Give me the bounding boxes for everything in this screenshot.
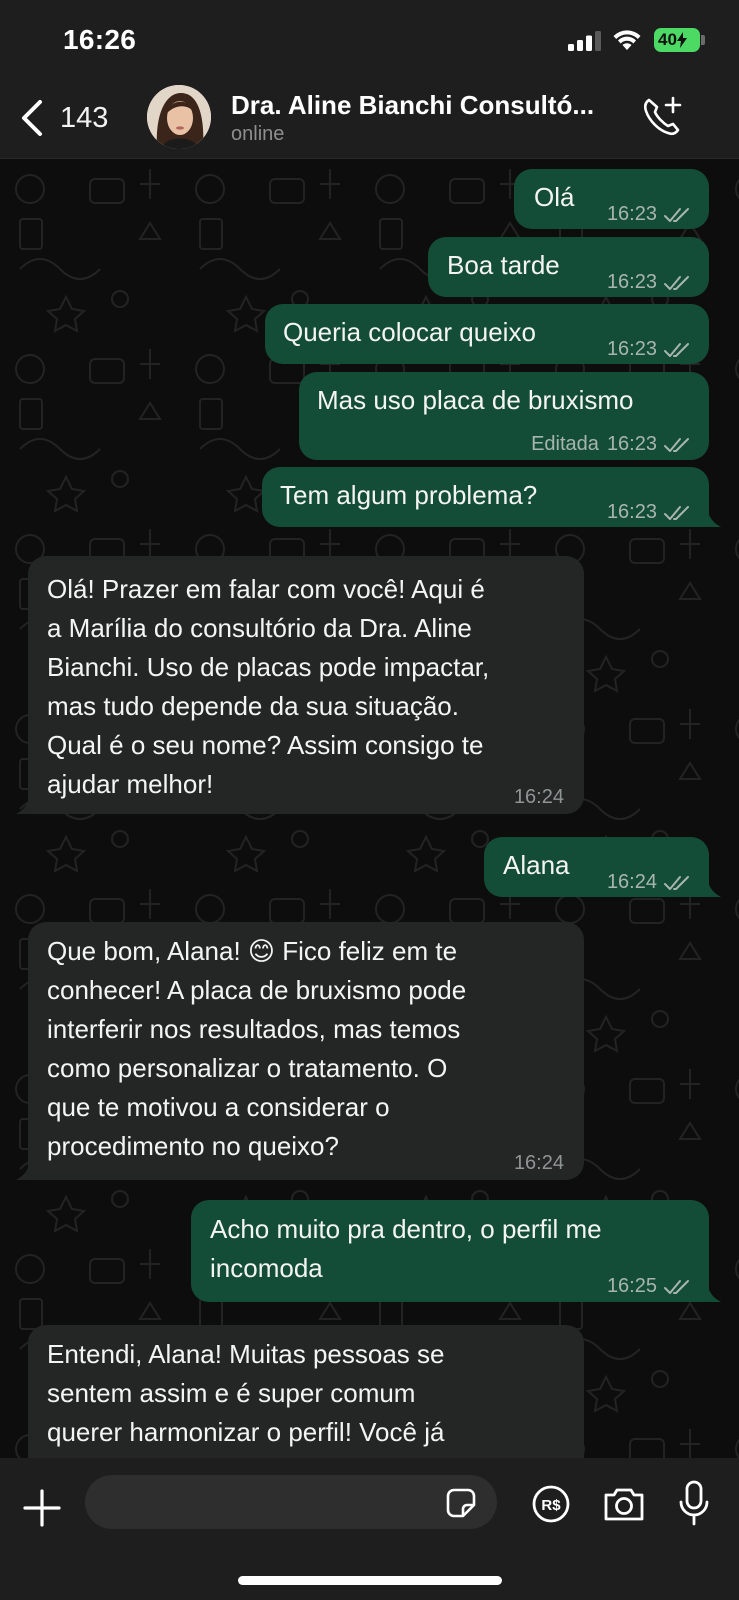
home-indicator[interactable] [238,1576,502,1585]
message-line: querer harmonizar o perfil! Você já [47,1417,445,1447]
message-line: interferir nos resultados, mas temos [47,1014,461,1044]
contact-status: online [231,123,285,145]
message-line: conhecer! A placa de bruxismo pode [47,975,467,1005]
bubble-tail [707,879,721,897]
message-line: incomoda [210,1253,323,1283]
message-outgoing[interactable]: Olá 16:23 [514,169,709,229]
message-line: a Marília do consultório da Dra. Aline [47,613,472,643]
message-time: 16:24 [606,871,657,893]
message-meta: 16:24 [607,863,693,902]
read-receipt-icon [664,1279,689,1294]
add-call-icon[interactable] [640,94,686,140]
edited-label: Editada [531,433,599,455]
message-line: Que bom, Alana! 😊 Fico feliz em te [47,936,458,966]
message-line: Entendi, Alana! Muitas pessoas se [47,1339,445,1369]
message-line: procedimento no queixo? [47,1131,339,1161]
message-meta: 16:23 [607,330,693,369]
charging-bolt-icon [676,32,687,48]
composer-bar: R$ [0,1458,739,1600]
message-text: Tem algum problema? [280,480,538,510]
camera-icon[interactable] [602,1485,646,1523]
message-line: que te motivou a considerar o [47,1092,390,1122]
message-outgoing[interactable]: Alana 16:24 [484,837,709,897]
message-text: Mas uso placa de bruxismo [317,385,634,415]
message-time: 16:24 [513,786,564,808]
plus-icon[interactable] [22,1488,62,1528]
message-incoming[interactable]: Entendi, Alana! Muitas pessoas se sentem… [28,1325,584,1458]
svg-text:R$: R$ [541,1497,561,1514]
battery-level: 40 [658,30,677,49]
sticker-icon[interactable] [445,1487,477,1519]
chat-area[interactable]: Olá 16:23 Boa tarde 16:23 Queria colocar… [0,159,739,1458]
battery-indicator: 40 [654,28,700,52]
message-input[interactable] [85,1475,497,1529]
message-meta: 16:25 [607,1267,693,1306]
message-text: Alana [503,850,570,880]
message-meta: 16:24 [514,1144,564,1183]
read-receipt-icon [664,342,689,357]
status-bar: 16:26 40 [0,0,739,80]
back-chevron-icon [22,100,42,136]
back-button[interactable]: 143 [18,96,108,140]
read-receipt-icon [664,275,689,290]
microphone-icon[interactable] [677,1480,711,1528]
cellular-signal-icon [568,31,601,51]
message-time: 16:23 [606,271,657,293]
message-incoming[interactable]: Que bom, Alana! 😊 Fico feliz em te conhe… [28,922,584,1180]
bubble-tail [16,1162,30,1180]
message-meta: Editada 16:23 [531,425,693,464]
avatar-photo [147,85,211,149]
message-text: Queria colocar queixo [283,317,536,347]
message-outgoing[interactable]: Acho muito pra dentro, o perfil me incom… [191,1200,709,1302]
message-time: 16:24 [513,1152,564,1174]
chat-header: 143 Dra. Aline Bianchi Consultó... onlin… [0,80,739,159]
status-time: 16:26 [63,24,137,55]
read-receipt-icon [664,437,689,452]
read-receipt-icon [664,875,689,890]
wifi-icon [613,30,641,50]
message-time: 16:25 [606,1275,657,1297]
message-outgoing[interactable]: Tem algum problema? 16:23 [262,467,709,527]
message-text: Olá [534,182,575,212]
message-time: 16:23 [606,338,657,360]
message-line: Olá! Prazer em falar com você! Aqui é [47,574,485,604]
bubble-tail [707,1284,721,1302]
read-receipt-icon [664,207,689,222]
message-meta: 16:23 [607,493,693,532]
message-outgoing[interactable]: Queria colocar queixo 16:23 [265,304,709,364]
message-time: 16:23 [606,433,657,455]
message-line: Acho muito pra dentro, o perfil me [210,1214,602,1244]
message-meta: 16:24 [514,778,564,817]
contact-avatar[interactable] [147,85,211,149]
battery-tip [701,35,705,45]
contact-name[interactable]: Dra. Aline Bianchi Consultó... [231,90,626,121]
bubble-tail [16,796,30,814]
message-text: Boa tarde [447,250,560,280]
message-line: Qual é o seu nome? Assim consigo te [47,730,484,760]
bubble-tail [707,509,721,527]
message-line: mas tudo depende da sua situação. [47,691,459,721]
message-outgoing[interactable]: Boa tarde 16:23 [428,237,709,297]
message-time: 16:23 [606,203,657,225]
message-meta: 16:23 [607,195,693,234]
message-line: Bianchi. Uso de placas pode impactar, [47,652,490,682]
message-time: 16:23 [606,501,657,523]
read-receipt-icon [664,505,689,520]
message-outgoing[interactable]: Mas uso placa de bruxismo Editada 16:23 [299,372,709,460]
message-incoming[interactable]: Olá! Prazer em falar com você! Aqui é a … [28,556,584,814]
message-line: ajudar melhor! [47,769,214,799]
message-line: como personalizar o tratamento. O [47,1053,448,1083]
pix-payment-icon[interactable]: R$ [531,1484,571,1524]
message-meta: 16:23 [607,263,693,302]
unread-count: 143 [60,101,109,134]
message-line: sentem assim e é super comum [47,1378,416,1408]
